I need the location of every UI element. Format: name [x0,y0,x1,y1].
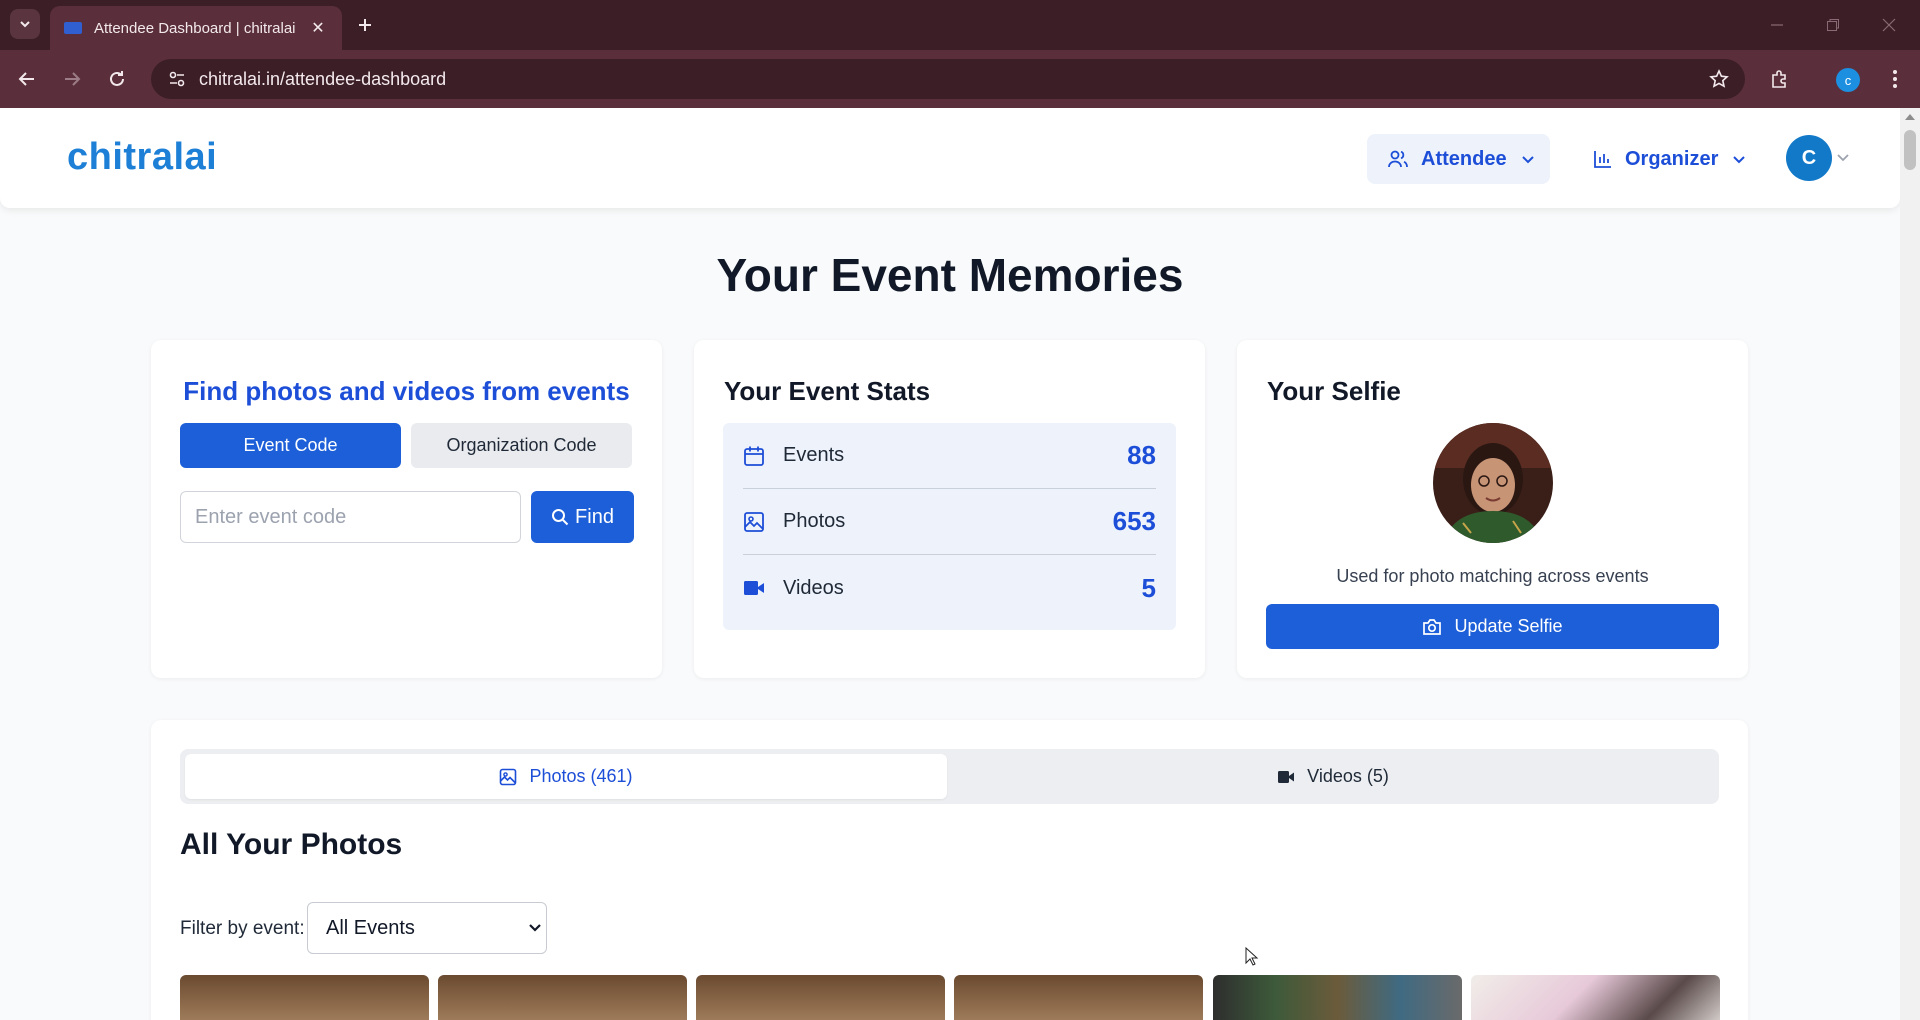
media-gallery: Photos (461) Videos (5) All Your Photos … [151,720,1748,1020]
favicon-icon [64,22,82,34]
minimize-button[interactable] [1765,13,1789,37]
scroll-up-arrow-icon[interactable] [1905,114,1915,120]
chevron-down-icon [528,921,542,935]
tab-title: Attendee Dashboard | chitralai [94,19,296,37]
selfie-card-title: Your Selfie [1267,376,1401,406]
bookmark-star-icon[interactable] [1699,59,1739,99]
event-code-input[interactable] [180,491,521,543]
bar-chart-icon [1593,149,1613,169]
selfie-image [1433,423,1553,543]
page-title: Your Event Memories [716,249,1184,301]
stat-row-events: Events 88 [743,423,1156,489]
find-button[interactable]: Find [531,491,634,543]
more-vertical-icon [1893,70,1897,88]
users-icon [1387,148,1409,170]
event-filter-select[interactable]: All Events [307,902,547,954]
reload-icon [110,71,124,86]
browser-profile-avatar[interactable]: c [1836,68,1860,92]
camera-icon [1422,618,1442,636]
arrow-right-icon [65,72,81,86]
tab-search-button[interactable] [10,9,40,39]
attendee-menu-button[interactable]: Attendee [1367,134,1550,184]
video-icon [743,577,767,599]
browser-titlebar: Attendee Dashboard | chitralai ✕ [0,0,1920,50]
close-tab-icon[interactable]: ✕ [308,18,328,38]
photo-thumbnail[interactable] [1213,975,1462,1020]
user-avatar[interactable]: C [1786,135,1832,181]
filter-selected-value: All Events [326,916,415,939]
page-viewport: chitralai Attendee Organizer C Your Even… [0,108,1900,1020]
chevron-down-icon [20,21,30,28]
stat-row-videos: Videos 5 [743,555,1156,621]
stat-value: 88 [1127,440,1156,470]
tab-photos-label: Photos (461) [529,766,633,786]
browser-tab-active[interactable]: Attendee Dashboard | chitralai ✕ [50,6,342,50]
arrow-left-icon [18,72,34,86]
app-header: chitralai Attendee Organizer C [0,108,1900,208]
selfie-card: Your Selfie Used for photo matching acro… [1237,340,1748,678]
photo-thumbnail[interactable] [180,975,429,1020]
image-icon [743,511,767,533]
forward-button[interactable] [57,64,87,94]
stat-row-photos: Photos 653 [743,489,1156,555]
chevron-down-icon [1521,152,1535,166]
browser-toolbar: chitralai.in/attendee-dashboard [0,50,1920,108]
photo-thumbnail[interactable] [954,975,1203,1020]
photo-thumbnail[interactable] [1471,975,1720,1020]
image-icon [499,768,517,786]
address-bar[interactable]: chitralai.in/attendee-dashboard [151,59,1745,99]
scrollbar-thumb[interactable] [1904,130,1916,170]
attendee-label: Attendee [1421,147,1507,170]
stat-value: 5 [1141,572,1156,603]
tab-videos[interactable]: Videos (5) [952,754,1714,799]
close-icon [1882,18,1896,32]
find-card-title: Find photos and videos from events [183,376,630,406]
minimize-icon [1771,24,1783,26]
tab-videos-label: Videos (5) [1307,766,1389,786]
photo-thumbnail[interactable] [438,975,687,1020]
organizer-menu-button[interactable]: Organizer [1573,134,1746,184]
stats-list: Events 88 Photos 653 Videos 5 [723,423,1176,630]
stat-label: Events [783,444,845,466]
back-button[interactable] [12,64,42,94]
new-tab-button[interactable] [352,12,378,38]
url-text: chitralai.in/attendee-dashboard [199,68,447,89]
media-tabs: Photos (461) Videos (5) [180,749,1719,804]
reload-button[interactable] [102,64,132,94]
stats-card-title: Your Event Stats [724,376,931,406]
organization-code-tab[interactable]: Organization Code [411,423,632,468]
find-button-label: Find [575,505,614,528]
find-events-card: Find photos and videos from events Event… [151,340,662,678]
chevron-down-icon[interactable] [1836,150,1850,164]
app-logo[interactable]: chitralai [67,136,217,179]
photo-thumbnail[interactable] [696,975,945,1020]
tab-photos[interactable]: Photos (461) [185,754,947,799]
plus-icon [359,19,371,31]
calendar-icon [743,445,767,467]
update-selfie-button[interactable]: Update Selfie [1266,604,1719,649]
restore-icon [1827,19,1839,31]
page-scrollbar[interactable] [1900,108,1920,1020]
event-code-tab[interactable]: Event Code [180,423,401,468]
search-icon [551,508,569,526]
chevron-down-icon [1732,152,1746,166]
extensions-button[interactable] [1765,64,1795,94]
update-selfie-label: Update Selfie [1454,616,1563,636]
stat-value: 653 [1112,506,1156,536]
browser-menu-button[interactable] [1880,64,1910,94]
organizer-label: Organizer [1625,147,1719,170]
stat-label: Photos [783,510,846,532]
close-window-button[interactable] [1877,13,1901,37]
selfie-caption: Used for photo matching across events [1336,566,1649,586]
section-title: All Your Photos [180,828,403,861]
restore-button[interactable] [1821,13,1845,37]
video-icon [1277,769,1295,785]
mouse-cursor-icon [1245,947,1259,966]
site-info-icon[interactable] [157,59,197,99]
filter-label: Filter by event: [180,918,305,939]
stat-label: Videos [783,576,844,599]
event-stats-card: Your Event Stats Events 88 Photos 653 Vi… [694,340,1205,678]
puzzle-icon [1772,70,1786,88]
